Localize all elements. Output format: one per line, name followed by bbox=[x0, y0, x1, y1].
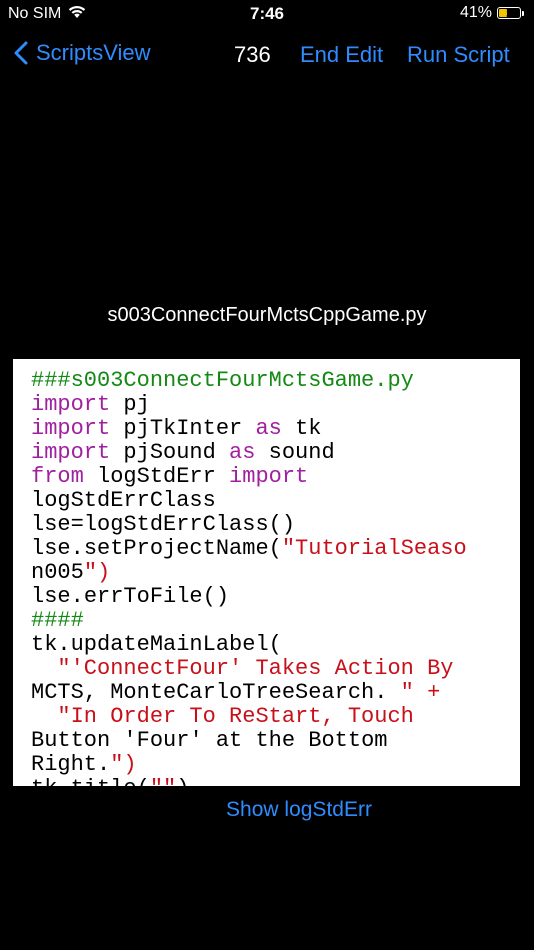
navigation-bar: ScriptsView 736 End Edit Run Script bbox=[0, 36, 534, 76]
code-line: import pjSound as sound bbox=[31, 440, 335, 465]
code-line: lse=logStdErrClass() bbox=[31, 512, 296, 537]
show-logstderr-button[interactable]: Show logStdErr bbox=[0, 798, 534, 822]
status-bar: No SIM 7:46 41% ⚡ bbox=[0, 0, 534, 28]
code-line: #### bbox=[31, 608, 84, 633]
back-label: ScriptsView bbox=[36, 40, 151, 65]
battery-percent: 41% bbox=[459, 4, 492, 21]
run-script-button[interactable]: Run Script bbox=[407, 42, 510, 68]
code-line: ###s003ConnectFourMctsGame.py bbox=[31, 368, 414, 393]
end-edit-button[interactable]: End Edit bbox=[300, 42, 383, 68]
code-text[interactable]: ###s003ConnectFourMctsGame.py import pj im… bbox=[31, 368, 511, 787]
file-name-label: s003ConnectFourMctsCppGame.py bbox=[107, 304, 427, 326]
code-line: lse.setProjectName("TutorialSeaso bbox=[31, 536, 467, 561]
code-line: tk.updateMainLabel( bbox=[31, 632, 282, 657]
battery-cap bbox=[522, 10, 524, 16]
code-line: MCTS, MonteCarloTreeSearch. " + bbox=[31, 680, 441, 705]
code-line: lse.errToFile() bbox=[31, 584, 230, 609]
back-button[interactable]: ScriptsView bbox=[14, 40, 151, 66]
code-line: import pj bbox=[31, 392, 150, 417]
chevron-left-icon bbox=[14, 41, 28, 65]
script-count: 736 bbox=[234, 42, 271, 67]
code-line: from logStdErr import bbox=[31, 464, 309, 489]
charging-bolt-icon: ⚡ bbox=[505, 7, 513, 19]
code-editor[interactable]: ###s003ConnectFourMctsGame.py import pj im… bbox=[13, 359, 520, 786]
code-line: logStdErrClass bbox=[31, 488, 216, 513]
code-line: Button 'Four' at the Bottom bbox=[31, 728, 388, 753]
status-right: 41% ⚡ bbox=[460, 4, 524, 22]
status-time: 7:46 bbox=[249, 4, 285, 23]
code-line: "'ConnectFour' Takes Action By bbox=[57, 656, 454, 681]
code-line: Right.") bbox=[31, 752, 137, 777]
code-line: "In Order To ReStart, Touch bbox=[57, 704, 414, 729]
code-line: import pjTkInter as tk bbox=[31, 416, 322, 441]
battery-icon: ⚡ bbox=[497, 7, 521, 19]
code-line: tk.title("") bbox=[31, 777, 511, 787]
code-line: n005") bbox=[31, 560, 111, 585]
